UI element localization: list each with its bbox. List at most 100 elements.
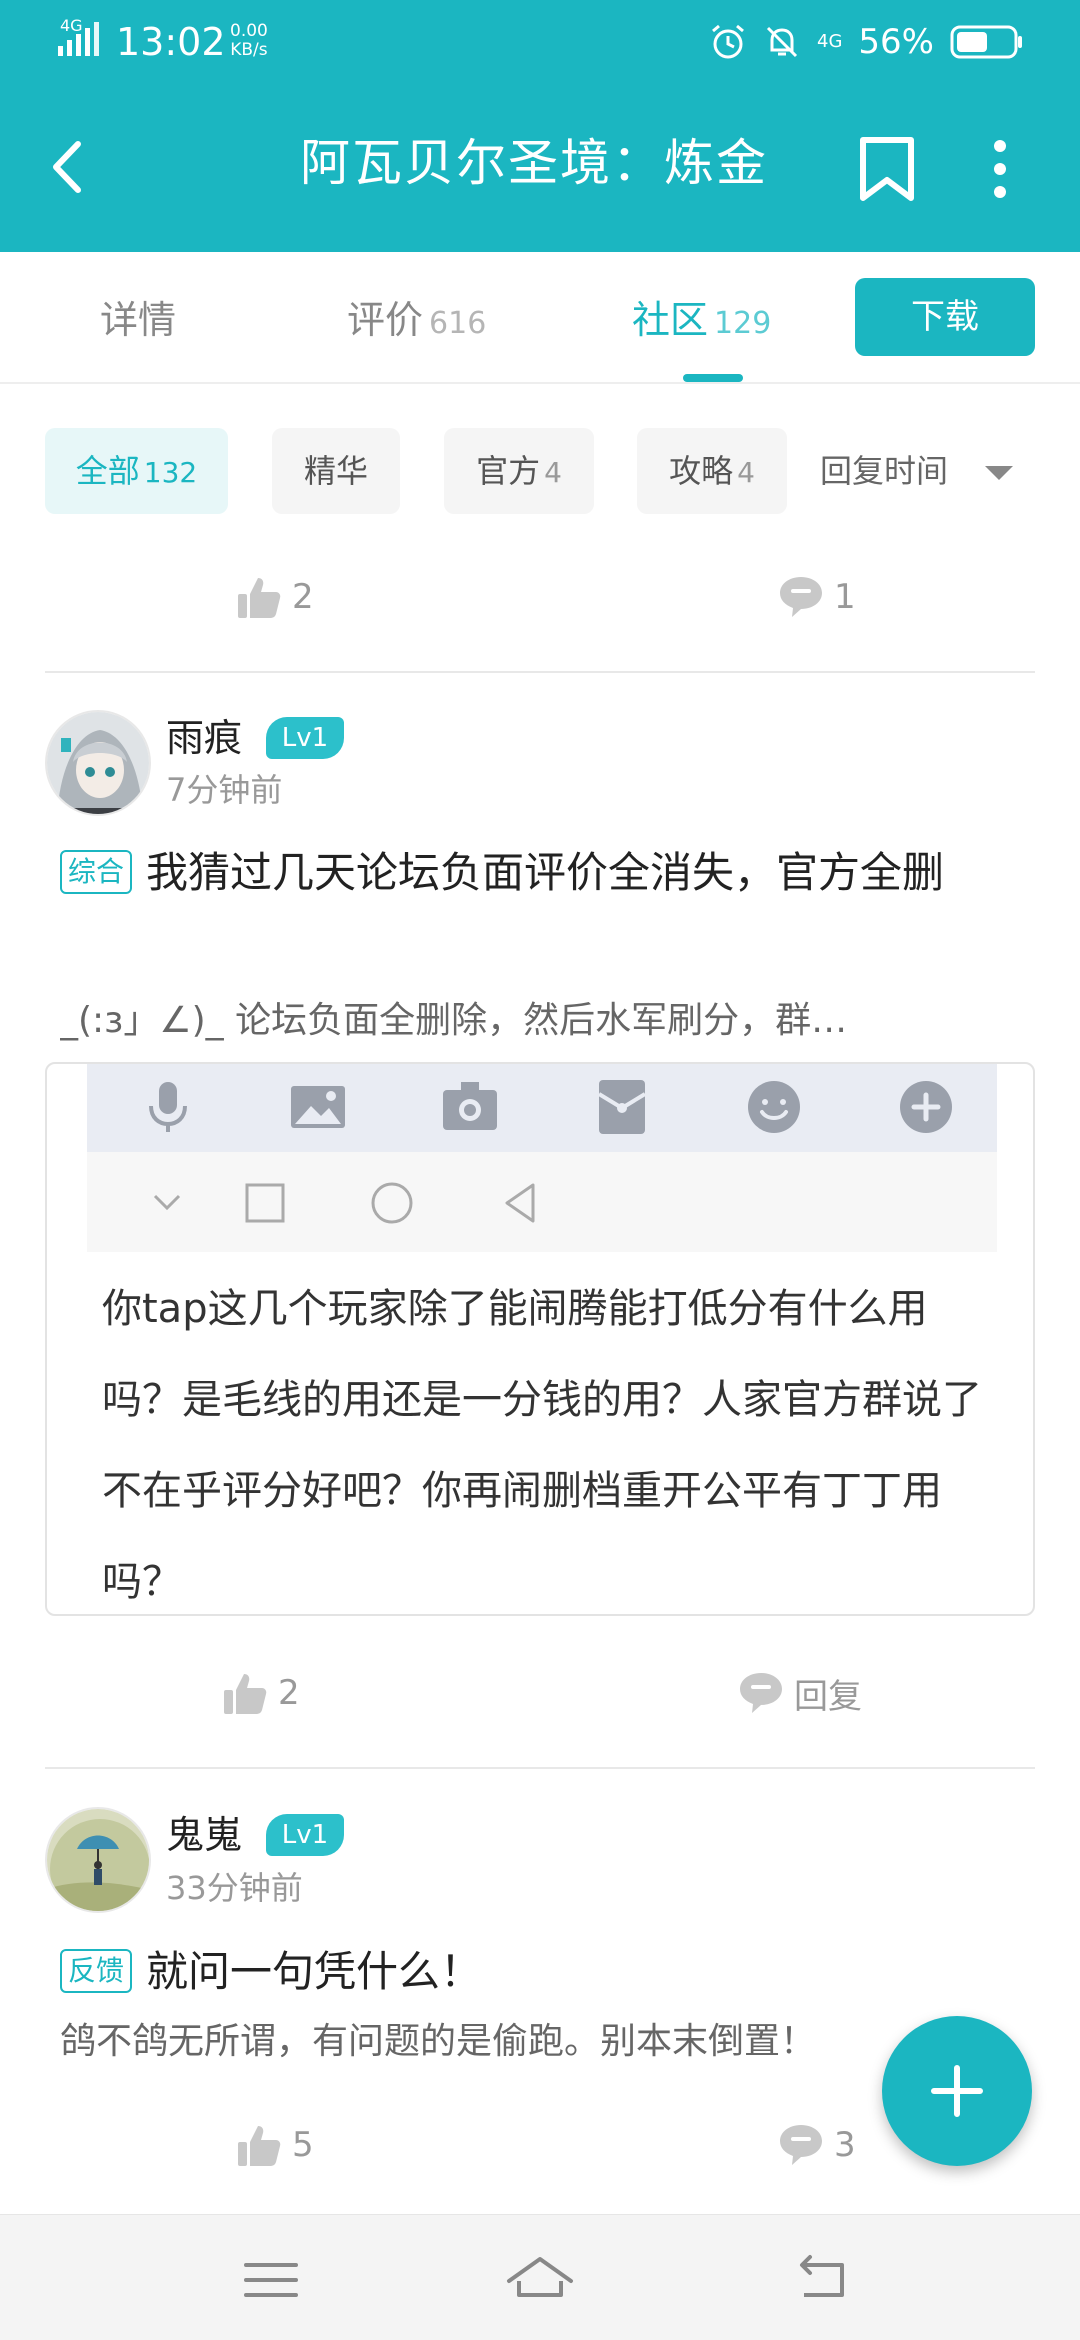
post-excerpt[interactable]: 鸽不鸽无所谓，有问题的是偷跑。别本末倒置！ — [60, 2017, 990, 2067]
tab-community-count: 129 — [714, 306, 772, 341]
emoji-icon — [748, 1081, 800, 1133]
keyboard-toolbar — [87, 1064, 997, 1152]
like-count: 2 — [292, 577, 314, 617]
post-title-text: 我猜过几天论坛负面评价全消失，官方全删 — [146, 848, 945, 897]
image-text: 你tap这几个玩家除了能闹腾能打低分有什么用吗？是毛线的用还是一分钱的用？人家官… — [102, 1286, 982, 1605]
image-icon — [291, 1086, 345, 1128]
app-bar: 阿瓦贝尔圣境：炼金 — [0, 82, 1080, 252]
level-badge: Lv1 — [266, 1814, 344, 1856]
network-label-right: 4G — [817, 31, 843, 52]
alarm-icon — [712, 24, 744, 59]
comment-count: 1 — [834, 577, 856, 617]
filter-featured-label: 精华 — [303, 452, 368, 490]
comment-bubble-icon — [780, 2125, 822, 2165]
page-title: 阿瓦贝尔圣境：炼金 — [300, 134, 768, 192]
post-title[interactable]: 综合 我猜过几天论坛负面评价全消失，官方全删 — [60, 836, 1030, 910]
sort-label: 回复时间 — [820, 452, 949, 490]
camera-icon — [443, 1082, 497, 1130]
post-title[interactable]: 反馈 就问一句凭什么！ — [60, 1935, 1030, 2009]
thumbs-up-icon — [238, 578, 281, 618]
filter-featured[interactable]: 精华 — [272, 428, 400, 514]
chevron-down-icon — [153, 1194, 181, 1211]
like-count: 5 — [292, 2125, 314, 2165]
tab-reviews-count: 616 — [429, 306, 487, 341]
username[interactable]: 雨痕 — [166, 713, 242, 763]
thumbs-up-icon — [224, 1674, 267, 1714]
avatar[interactable] — [45, 1807, 151, 1913]
anime-avatar-image — [47, 712, 149, 814]
reply-button[interactable]: 回复 — [738, 1663, 862, 1723]
filter-official[interactable]: 官方 4 — [444, 428, 594, 514]
chevron-down-icon[interactable] — [985, 466, 1013, 480]
reply-label: 回复 — [794, 1676, 862, 1717]
new-post-button[interactable] — [882, 2016, 1032, 2166]
post-tag: 反馈 — [60, 1949, 133, 1993]
tab-indicator — [683, 374, 743, 382]
like-button[interactable]: 2 — [236, 567, 314, 627]
avatar[interactable] — [45, 710, 151, 816]
battery-percent: 56% — [858, 22, 934, 62]
bookmark-icon[interactable] — [855, 134, 919, 204]
sort-dropdown[interactable]: 回复时间 — [820, 428, 948, 514]
post-image[interactable]: 你tap这几个玩家除了能闹腾能打低分有什么用吗？是毛线的用还是一分钱的用？人家官… — [45, 1062, 1035, 1616]
landscape-avatar-image — [47, 1809, 149, 1911]
comment-bubble-icon — [740, 1673, 782, 1713]
comment-count: 3 — [834, 2125, 856, 2165]
net-speed-unit: KB/s — [230, 40, 268, 60]
post-divider — [45, 1767, 1035, 1769]
back-icon[interactable] — [40, 132, 100, 202]
square-icon — [245, 1183, 285, 1223]
post-time: 33分钟前 — [166, 1869, 303, 1907]
level-badge: Lv1 — [266, 717, 344, 759]
post-title-text: 就问一句凭什么！ — [146, 1947, 483, 1996]
triangle-back-icon — [505, 1183, 535, 1223]
mute-bell-icon — [766, 26, 798, 58]
like-count: 2 — [278, 1673, 300, 1713]
like-button[interactable]: 2 — [222, 1663, 300, 1723]
status-icons: 4G 56% — [709, 18, 1024, 66]
comment-button[interactable]: 1 — [778, 567, 856, 627]
filter-all[interactable]: 全部 132 — [45, 428, 228, 514]
filter-official-count: 4 — [544, 456, 562, 489]
tab-details-label: 详情 — [100, 298, 177, 342]
like-button[interactable]: 5 — [236, 2115, 314, 2175]
post-tag: 综合 — [60, 850, 133, 894]
home-icon[interactable] — [505, 2245, 575, 2315]
back-icon[interactable] — [790, 2245, 860, 2315]
network-label: 4G — [60, 16, 83, 35]
plus-icon — [931, 2065, 983, 2117]
tab-details[interactable]: 详情 — [100, 292, 176, 348]
download-button[interactable]: 下载 — [855, 278, 1035, 356]
net-speed-value: 0.00 — [230, 21, 268, 41]
post-excerpt[interactable]: _(:з」∠)_ 论坛负面全删除，然后水军刷分，群… — [60, 996, 990, 1046]
clock: 13:02 — [116, 20, 226, 64]
net-speed: 0.00 KB/s — [230, 22, 268, 60]
post-time: 7分钟前 — [166, 771, 283, 809]
system-nav-in-image — [87, 1152, 997, 1252]
tab-community[interactable]: 社区 129 — [632, 292, 771, 352]
tab-community-label: 社区 — [632, 298, 709, 342]
microphone-icon — [149, 1082, 187, 1132]
filter-guides-label: 攻略 — [669, 452, 734, 490]
filter-official-label: 官方 — [476, 452, 541, 490]
username[interactable]: 鬼嵬 — [166, 1810, 242, 1860]
filter-all-count: 132 — [143, 456, 198, 489]
filter-guides-count: 4 — [737, 456, 755, 489]
red-packet-icon — [597, 1080, 647, 1134]
circle-icon — [371, 1182, 413, 1224]
tab-reviews[interactable]: 评价 616 — [347, 292, 486, 352]
comment-bubble-icon — [780, 577, 822, 617]
plus-circle-icon — [900, 1081, 952, 1133]
battery-icon — [950, 25, 1022, 59]
more-icon[interactable] — [975, 134, 1025, 204]
filter-all-label: 全部 — [75, 452, 140, 490]
status-bar: 4G 13:02 0.00 KB/s 4G 56% — [0, 0, 1080, 82]
comment-button[interactable]: 3 — [778, 2115, 856, 2175]
menu-icon[interactable] — [236, 2245, 306, 2315]
tab-reviews-label: 评价 — [347, 298, 424, 342]
post-divider — [45, 671, 1035, 673]
system-nav-bar — [0, 2214, 1080, 2340]
thumbs-up-icon — [238, 2126, 281, 2166]
filter-guides[interactable]: 攻略 4 — [637, 428, 787, 514]
filter-bar: 全部 132 精华 官方 4 攻略 4 回复时间 — [0, 428, 1080, 514]
